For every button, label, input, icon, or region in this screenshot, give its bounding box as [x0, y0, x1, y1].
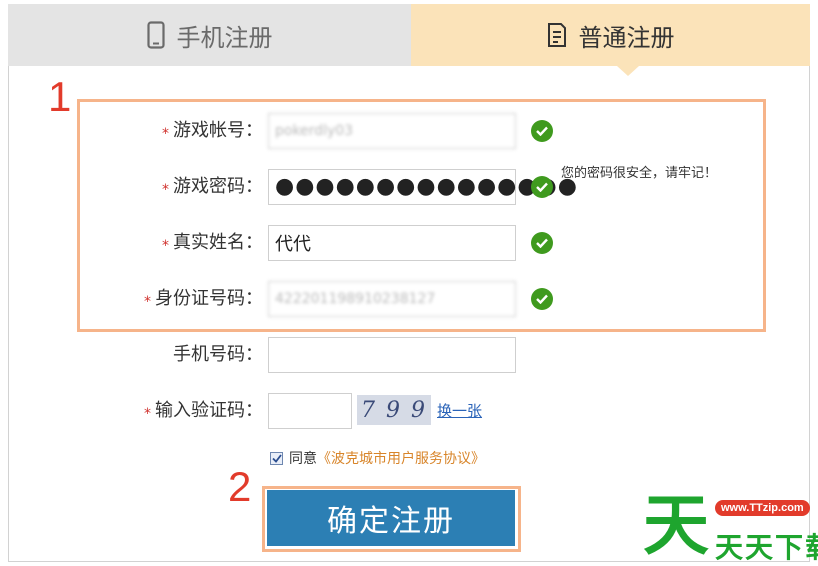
- phone-icon: [146, 21, 165, 49]
- required-mark: *: [144, 406, 151, 422]
- captcha-input[interactable]: [268, 393, 352, 429]
- annotation-step-2: 2: [228, 463, 252, 510]
- idcard-input[interactable]: [268, 281, 516, 317]
- required-mark: *: [162, 126, 169, 142]
- check-icon: [531, 176, 553, 198]
- submit-register-button[interactable]: 确定注册: [267, 490, 515, 546]
- captcha-label: * 输入验证码：: [144, 400, 263, 422]
- required-mark: *: [144, 294, 151, 310]
- account-label: * 游戏帐号：: [162, 120, 263, 142]
- required-mark: *: [162, 238, 169, 254]
- realname-label: * 真实姓名：: [162, 232, 263, 254]
- captcha-refresh-link[interactable]: 换一张: [437, 400, 482, 421]
- tab-phone-label: 手机注册: [176, 23, 273, 52]
- register-tabs: 手机注册 普通注册: [8, 4, 810, 66]
- field-row-password: * 游戏密码： ●●●●●●●●●●●●●●● 您的密码很安全，请牢记！: [0, 166, 818, 206]
- watermark-logo: 天 www.TTzip.com 天天下载: [643, 487, 818, 565]
- idcard-label: * 身份证号码：: [144, 288, 263, 310]
- field-row-account: * 游戏帐号：: [0, 112, 818, 150]
- phone-input[interactable]: [268, 337, 516, 373]
- agreement-prefix: 同意: [289, 451, 317, 467]
- active-tab-caret: [617, 66, 639, 76]
- tab-normal-label: 普通注册: [578, 23, 675, 52]
- field-row-realname: * 真实姓名：: [0, 224, 818, 262]
- captcha-image[interactable]: 7 9 9: [357, 395, 431, 425]
- watermark-url: www.TTzip.com: [715, 500, 810, 516]
- agreement-link[interactable]: 《波克城市用户服务协议》: [317, 448, 485, 468]
- tab-normal-register[interactable]: 普通注册: [411, 4, 810, 66]
- check-icon: [531, 232, 553, 254]
- password-input[interactable]: ●●●●●●●●●●●●●●●: [268, 169, 577, 205]
- password-strength-hint: 您的密码很安全，请牢记！: [561, 166, 718, 181]
- password-label: * 游戏密码：: [162, 176, 263, 198]
- account-input[interactable]: [268, 113, 516, 149]
- required-mark: *: [162, 182, 169, 198]
- agreement-row: 同意 《波克城市用户服务协议》: [270, 448, 485, 468]
- watermark-big-char: 天: [643, 487, 709, 564]
- phone-label: 手机号码：: [173, 344, 263, 365]
- check-icon: [531, 120, 553, 142]
- watermark-text: 天天下载: [715, 531, 818, 564]
- field-row-phone: 手机号码：: [0, 336, 818, 374]
- field-row-idcard: * 身份证号码：: [0, 280, 818, 318]
- tab-phone-register[interactable]: 手机注册: [8, 4, 411, 66]
- document-icon: [547, 22, 567, 48]
- check-icon: [531, 288, 553, 310]
- field-row-captcha: * 输入验证码： 7 9 9 换一张: [0, 392, 818, 430]
- agreement-checkbox[interactable]: [270, 451, 283, 465]
- realname-input[interactable]: [268, 225, 516, 261]
